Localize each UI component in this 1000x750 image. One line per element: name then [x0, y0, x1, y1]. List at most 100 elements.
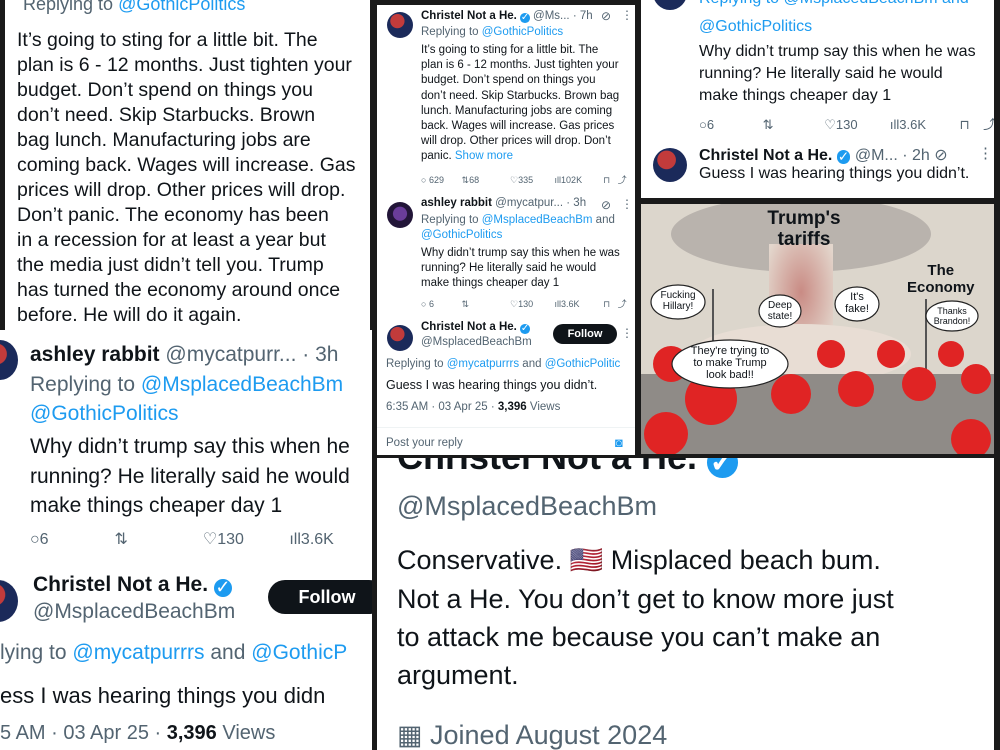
replying-handle-link[interactable]: @GothicPolitics: [482, 26, 563, 38]
bio-text: Not a He. You don’t get to know more jus…: [397, 584, 894, 614]
share-icon[interactable]: ⤴: [618, 173, 627, 186]
repost-button[interactable]: ⇅: [462, 299, 508, 310]
avatar[interactable]: [387, 12, 413, 38]
like-button[interactable]: ♡335: [510, 175, 552, 186]
share-icon[interactable]: ⤴: [983, 114, 994, 133]
reply-input[interactable]: Post your reply: [386, 437, 463, 449]
like-button[interactable]: ♡130: [203, 529, 285, 549]
replying-handle-link[interactable]: @GothicPolitics: [699, 18, 812, 36]
repost-button[interactable]: ⇅: [763, 117, 821, 133]
author-handle[interactable]: @MsplacedBeachBm: [33, 600, 235, 624]
tweet-body: Why didn’t trump say this when he was run…: [699, 41, 976, 107]
avatar[interactable]: [387, 202, 413, 228]
more-options-icon[interactable]: ⋮: [978, 144, 993, 162]
show-more-link[interactable]: Show more: [455, 150, 513, 162]
more-options-icon[interactable]: ⋮: [621, 326, 633, 340]
author-handle[interactable]: @MsplacedBeachBm: [421, 336, 532, 348]
timestamp[interactable]: 6:35 AM · 03 Apr 25 ·: [386, 401, 498, 413]
profile-name: Christel Not a He. ✓: [397, 458, 738, 478]
views-button[interactable]: ıll102K: [555, 175, 601, 185]
timestamp[interactable]: · 7h: [573, 10, 593, 22]
views-button[interactable]: ıll3.6K: [289, 531, 369, 549]
author-name[interactable]: Christel Not a He.: [421, 321, 517, 333]
bookmark-icon[interactable]: ⊓: [603, 299, 615, 310]
replying-prefix: Replying to: [23, 0, 119, 14]
author-handle[interactable]: @mycatpur...: [495, 197, 563, 209]
tweet-text-line: budget. Don’t spend on things you: [17, 79, 313, 101]
author-name[interactable]: Christel Not a He.: [33, 573, 208, 596]
tweet-text-line: running? He literally said he would: [421, 262, 597, 275]
tweet-meta: 5 AM · 03 Apr 25 · 3,396 Views: [0, 722, 275, 745]
follow-button[interactable]: Follow: [268, 580, 372, 614]
reply-icon: ○: [30, 531, 40, 548]
replying-handle-link[interactable]: @mycatpurrrs: [447, 358, 519, 370]
avatar[interactable]: [0, 340, 18, 380]
tweet-header: ashley rabbit @mycatpurr... · 3h: [30, 343, 338, 367]
meme-image: Trump's tariffs The Economy Fucking Hill…: [641, 204, 994, 454]
timestamp[interactable]: · 2h: [902, 147, 930, 164]
tweet-body-last-line: panic. Show more: [421, 150, 513, 162]
author-name[interactable]: Christel Not a He.: [699, 147, 832, 164]
timestamp[interactable]: · 3h: [302, 343, 338, 366]
replying-handle-link[interactable]: @MsplacedBeachBm: [482, 214, 593, 226]
replying-handle-link[interactable]: @GothicPolitics: [118, 0, 245, 14]
avatar[interactable]: [653, 148, 687, 182]
bookmark-icon[interactable]: ⊓: [603, 175, 615, 186]
replying-handle-link[interactable]: @MsplacedBeachBm: [141, 373, 343, 396]
share-icon[interactable]: ⤴: [618, 297, 627, 310]
avatar[interactable]: [387, 325, 413, 351]
author-handle[interactable]: @M...: [855, 147, 898, 164]
timestamp[interactable]: · 3h: [566, 197, 586, 209]
like-button[interactable]: ♡130: [510, 299, 552, 310]
heart-icon: ♡: [202, 531, 218, 548]
replying-to-line[interactable]: Replying to @MsplacedBeachBm and: [699, 0, 969, 8]
replying-prefix: lying to: [0, 641, 73, 664]
tweet-text-line: It’s going to sting for a little bit. Th…: [421, 44, 599, 56]
author-handle[interactable]: @mycatpurr...: [165, 343, 296, 366]
repost-button[interactable]: ⇅: [114, 529, 198, 549]
replying-handle-link[interactable]: @mycatpurrrs: [72, 641, 204, 664]
replying-prefix: Replying to: [30, 373, 141, 396]
tweet-actions: ○ 629 ⇅68 ♡335 ıll102K ⊓ ⤴: [421, 173, 627, 186]
grok-icon[interactable]: ⊘: [934, 147, 947, 164]
follow-button[interactable]: Follow: [553, 324, 617, 344]
heart-icon: ♡: [510, 299, 519, 309]
views-label: Views: [526, 401, 561, 413]
verified-badge-icon: ✓: [520, 322, 530, 334]
repost-button[interactable]: ⇅68: [462, 175, 508, 186]
tweet-body: Why didn’t trump say this when he was run…: [421, 246, 620, 292]
reply-button[interactable]: ○ 629: [421, 175, 459, 185]
camera-icon[interactable]: ◙: [615, 435, 623, 450]
bio-text: Conservative.: [397, 545, 563, 575]
grok-icon[interactable]: ⊘: [601, 9, 611, 23]
reply-button[interactable]: ○ 6: [421, 299, 459, 309]
reply-button[interactable]: ○6: [699, 117, 759, 132]
like-button[interactable]: ♡130: [824, 117, 886, 133]
tweet-text-line: plan is 6 - 12 months. Just tighten your: [17, 54, 352, 76]
views-button[interactable]: ıll3.6K: [555, 299, 601, 309]
reply-button[interactable]: ○6: [30, 531, 110, 549]
repost-icon: ⇅: [461, 299, 470, 309]
author-name[interactable]: Christel Not a He.: [421, 10, 517, 22]
replying-handle-link[interactable]: @GothicP: [251, 641, 347, 664]
replying-handle-link[interactable]: @GothicPolitic: [545, 358, 621, 370]
more-options-icon[interactable]: ⋮: [621, 197, 633, 211]
avatar[interactable]: [653, 0, 687, 10]
avatar[interactable]: [0, 580, 18, 622]
tweet-header: Christel Not a He. ✓ @M... · 2h ⊘: [699, 145, 948, 165]
author-name[interactable]: ashley rabbit: [30, 343, 160, 366]
us-flag-icon: 🇺🇸: [569, 545, 604, 575]
tweet-text-line: make things cheaper day 1: [699, 87, 892, 104]
views-icon: ıll: [889, 117, 900, 132]
more-options-icon[interactable]: ⋮: [621, 8, 633, 22]
replying-handle-link[interactable]: @GothicPolitics: [30, 402, 179, 426]
author-handle[interactable]: @Ms...: [533, 10, 570, 22]
replying-handle-link[interactable]: @GothicPolitics: [421, 229, 502, 241]
timestamp[interactable]: 5 AM · 03 Apr 25 ·: [0, 722, 167, 744]
author-name[interactable]: ashley rabbit: [421, 197, 492, 209]
grok-icon[interactable]: ⊘: [601, 198, 611, 212]
tweet-text-line: make things cheaper day 1: [421, 277, 560, 290]
views-button[interactable]: ıll3.6K: [890, 117, 956, 132]
tweet-actions: ○6 ⇅ ♡130 ıll3.6K ⊓ ⤴: [699, 114, 994, 133]
bookmark-icon[interactable]: ⊓: [960, 117, 980, 133]
